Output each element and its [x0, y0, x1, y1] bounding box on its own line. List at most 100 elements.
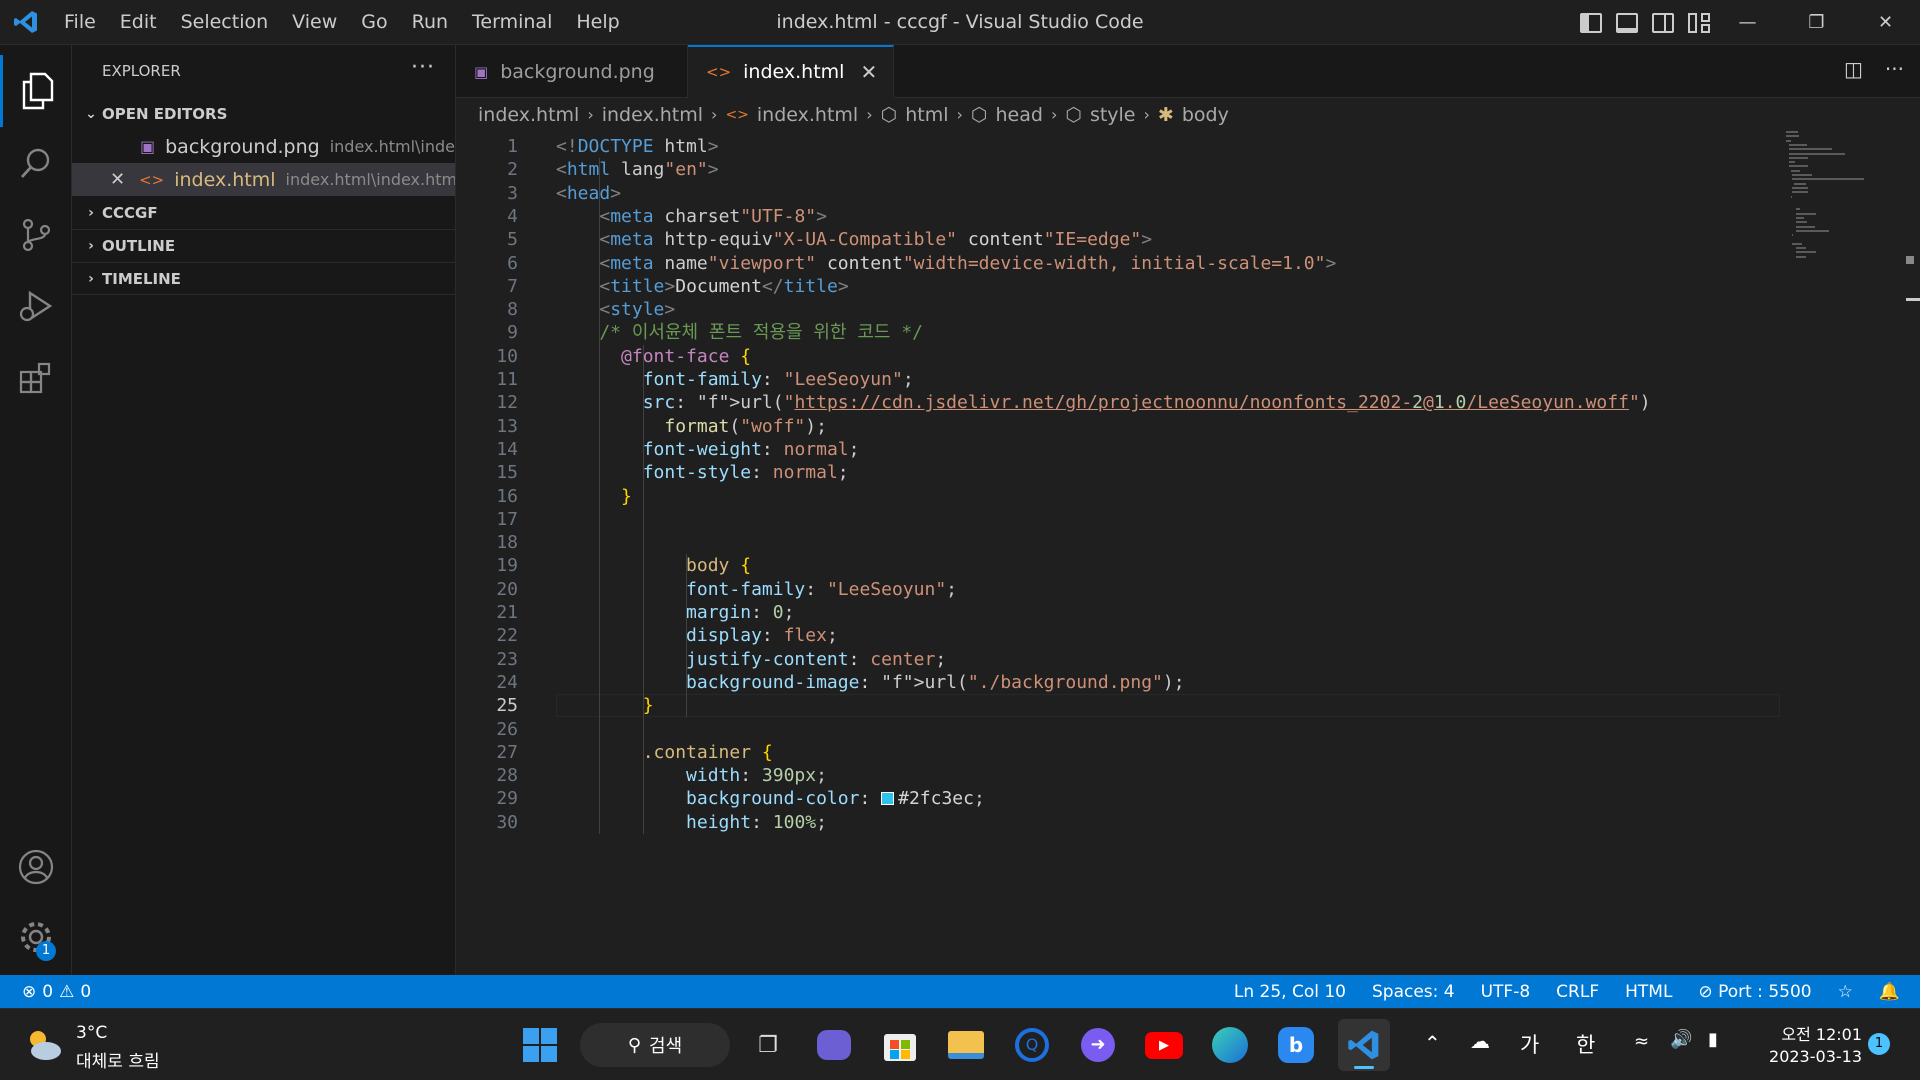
code-line[interactable]: 21 margin: 0; [456, 601, 1776, 624]
code-line[interactable]: 10 @font-face { [456, 345, 1776, 368]
accounts-icon[interactable] [0, 831, 72, 903]
tab-background-png[interactable]: ▣ background.png [456, 45, 688, 98]
code-line[interactable]: 14 font-weight: normal; [456, 438, 1776, 461]
breadcrumb-item[interactable]: body [1182, 104, 1229, 126]
file-explorer-icon[interactable] [944, 1023, 988, 1067]
close-editor-icon[interactable]: ✕ [110, 169, 125, 190]
code-line[interactable]: 4 <meta charset"UTF-8"> [456, 205, 1776, 228]
explorer-icon[interactable] [0, 55, 72, 127]
restore-button[interactable]: ❐ [1782, 0, 1851, 45]
source-control-icon[interactable] [0, 199, 72, 271]
indentation[interactable]: Spaces: 4 [1372, 982, 1455, 1002]
notifications-bell-icon[interactable]: 🔔 [1879, 982, 1900, 1002]
clock-time[interactable]: 오전 12:01 [1752, 1021, 1862, 1045]
minimap[interactable] [1786, 131, 1906, 975]
breadcrumb-item[interactable]: style [1090, 104, 1136, 126]
close-window-button[interactable]: ✕ [1851, 0, 1920, 45]
code-line[interactable]: 30 height: 100%; [456, 811, 1776, 834]
breadcrumb-item[interactable]: html [905, 104, 948, 126]
ime-mode-2[interactable]: 한 [1576, 1029, 1595, 1059]
menu-selection[interactable]: Selection [169, 0, 281, 45]
language-mode[interactable]: HTML [1625, 982, 1672, 1002]
code-line[interactable]: 22 display: flex; [456, 624, 1776, 647]
code-line[interactable]: 5 <meta http-equiv"X-UA-Compatible" cont… [456, 228, 1776, 251]
start-button[interactable] [518, 1023, 562, 1067]
notification-count-badge[interactable]: 1 [1868, 1033, 1890, 1055]
menu-view[interactable]: View [280, 0, 349, 45]
code-line[interactable]: 13 format("woff"); [456, 415, 1776, 438]
menu-file[interactable]: File [52, 0, 108, 45]
breadcrumb-item[interactable]: index.html [602, 104, 703, 126]
open-editor-item-selected[interactable]: ✕ <> index.html index.html\index.html [72, 163, 455, 196]
volume-icon[interactable]: 🔊 [1670, 1029, 1692, 1050]
task-view-icon[interactable]: ❐ [746, 1023, 790, 1067]
edge-icon[interactable] [1208, 1023, 1252, 1067]
breadcrumb-item[interactable]: head [996, 104, 1043, 126]
extensions-icon[interactable] [0, 343, 72, 415]
code-line[interactable]: 17 [456, 508, 1776, 531]
menu-go[interactable]: Go [349, 0, 399, 45]
app-circle-arrow-icon[interactable]: ➜ [1076, 1023, 1120, 1067]
customize-layout-icon[interactable] [1688, 12, 1710, 33]
code-line[interactable]: 19 body { [456, 554, 1776, 577]
cursor-position[interactable]: Ln 25, Col 10 [1234, 982, 1346, 1002]
code-line[interactable]: 28 width: 390px; [456, 764, 1776, 787]
open-editors-section[interactable]: ⌄ OPEN EDITORS [72, 97, 455, 130]
search-icon[interactable] [0, 127, 72, 199]
code-line[interactable]: 16 } [456, 485, 1776, 508]
code-line[interactable]: 6 <meta name"viewport" content"width=dev… [456, 252, 1776, 275]
menu-terminal[interactable]: Terminal [460, 0, 564, 45]
code-line[interactable]: 29 background-color: #2fc3ec; [456, 787, 1776, 810]
open-editor-item[interactable]: ▣ background.png index.html\inde... [72, 130, 455, 163]
folder-section-cccgf[interactable]: › CCCGF [72, 196, 455, 229]
app-search-icon[interactable]: Q [1010, 1023, 1054, 1067]
code-line[interactable]: 23 justify-content: center; [456, 648, 1776, 671]
ime-mode-1[interactable]: 가 [1520, 1029, 1539, 1059]
code-line[interactable]: 20 font-family: "LeeSeoyun"; [456, 578, 1776, 601]
more-actions-icon[interactable]: ··· [411, 55, 435, 80]
code-line[interactable]: 15 font-style: normal; [456, 461, 1776, 484]
bing-icon[interactable]: b [1274, 1023, 1318, 1067]
code-line[interactable]: 11 font-family: "LeeSeoyun"; [456, 368, 1776, 391]
close-tab-icon[interactable]: ✕ [860, 60, 877, 84]
code-line[interactable]: 3 <head> [456, 182, 1776, 205]
code-line[interactable]: 25 } [456, 694, 1776, 717]
menu-help[interactable]: Help [564, 0, 631, 45]
taskbar-search[interactable]: ⚲ 검색 [580, 1023, 730, 1067]
timeline-section[interactable]: › TIMELINE [72, 262, 455, 295]
run-debug-icon[interactable] [0, 271, 72, 343]
toggle-primary-sidebar-icon[interactable] [1580, 12, 1602, 33]
code-line[interactable]: 1 <!DOCTYPE html> [456, 135, 1776, 158]
feedback-icon[interactable]: ☆ [1838, 982, 1853, 1002]
encoding[interactable]: UTF-8 [1481, 982, 1531, 1002]
tab-index-html[interactable]: <> index.html ✕ [688, 45, 895, 98]
youtube-icon[interactable]: ▶ [1142, 1023, 1186, 1067]
code-line[interactable]: 12 src: "f">url("https://cdn.jsdelivr.ne… [456, 391, 1776, 414]
manage-gear-icon[interactable]: 1 [0, 901, 72, 973]
split-editor-icon[interactable]: ◫ [1844, 57, 1863, 81]
minimize-button[interactable]: — [1713, 0, 1782, 45]
code-line[interactable]: 9 /* 이서윤체 폰트 적용을 위한 코드 */ [456, 321, 1776, 344]
breadcrumb-item[interactable]: index.html [478, 104, 579, 126]
tray-chevron-up-icon[interactable]: ⌃ [1424, 1031, 1441, 1055]
code-line[interactable]: 8 <style> [456, 298, 1776, 321]
vscode-taskbar-icon[interactable] [1338, 1019, 1390, 1071]
code-line[interactable]: 24 background-image: "f">url("./backgrou… [456, 671, 1776, 694]
errors-status[interactable]: ⊗ 0 ⚠ 0 [22, 982, 91, 1002]
menu-edit[interactable]: Edit [108, 0, 169, 45]
code-editor[interactable]: 1 <!DOCTYPE html> 2 <html lang"en"> 3 <head> 4… [456, 131, 1920, 975]
more-actions-icon[interactable]: ··· [1885, 57, 1904, 81]
clock-date[interactable]: 2023-03-13 [1752, 1047, 1862, 1066]
live-server-port[interactable]: ⊘ Port : 5500 [1698, 982, 1811, 1002]
chat-icon[interactable] [812, 1023, 856, 1067]
store-icon[interactable] [878, 1023, 922, 1067]
end-of-line[interactable]: CRLF [1556, 982, 1599, 1002]
onedrive-cloud-icon[interactable]: ☁ [1470, 1029, 1490, 1053]
code-line[interactable]: 7 <title>Document</title> [456, 275, 1776, 298]
code-line[interactable]: 26 [456, 718, 1776, 741]
weather-cloud-icon[interactable] [24, 1025, 64, 1065]
menu-run[interactable]: Run [400, 0, 460, 45]
breadcrumb-item[interactable]: index.html [757, 104, 858, 126]
code-line[interactable]: 2 <html lang"en"> [456, 158, 1776, 181]
code-line[interactable]: 27 .container { [456, 741, 1776, 764]
